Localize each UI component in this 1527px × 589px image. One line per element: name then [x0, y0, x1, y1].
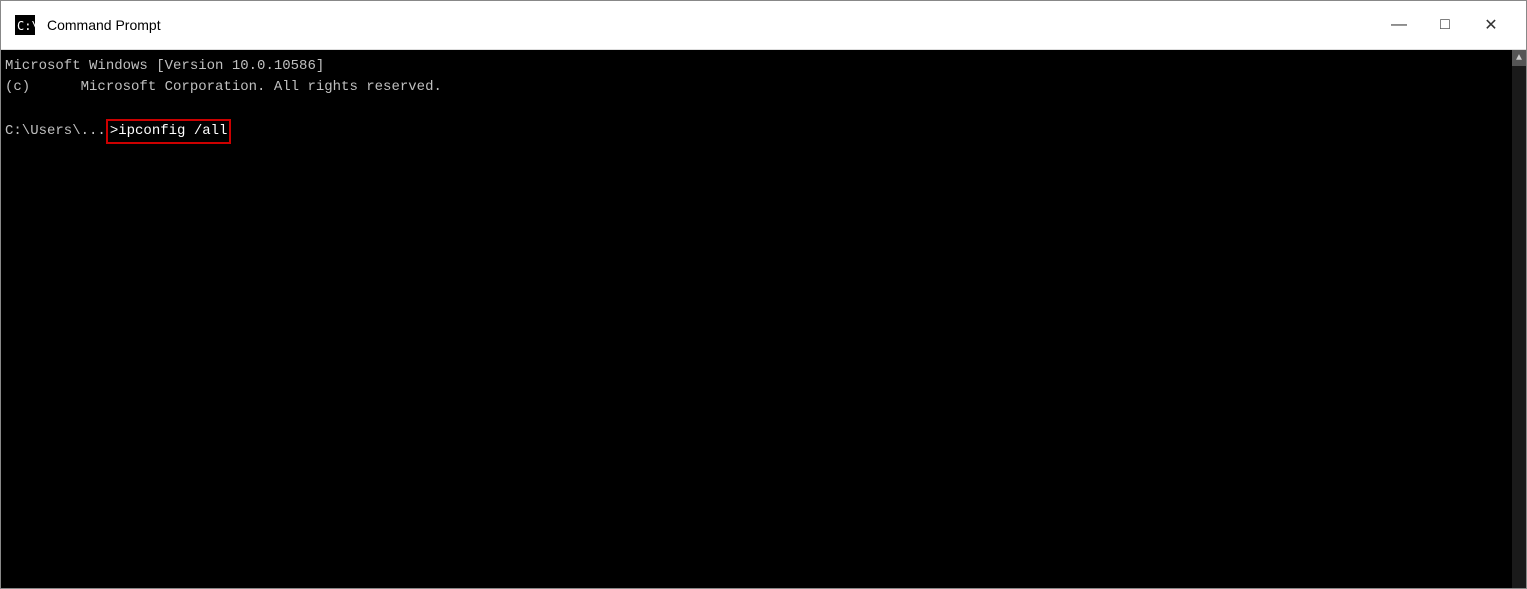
terminal-body[interactable]: Microsoft Windows [Version 10.0.10586] (…: [1, 50, 1526, 588]
command-text: >ipconfig /all: [106, 119, 232, 144]
window-controls: — □ ✕: [1376, 1, 1514, 50]
command-prompt-window: C:\ Command Prompt — □ ✕ Microsoft Windo…: [0, 0, 1527, 589]
close-button[interactable]: ✕: [1468, 1, 1514, 50]
terminal-scrollbar[interactable]: ▲: [1512, 50, 1526, 588]
minimize-button[interactable]: —: [1376, 1, 1422, 50]
scrollbar-track[interactable]: [1512, 66, 1526, 588]
title-bar: C:\ Command Prompt — □ ✕: [1, 1, 1526, 50]
maximize-button[interactable]: □: [1422, 1, 1468, 50]
terminal-command-line: C:\Users\...>ipconfig /all: [5, 119, 1504, 144]
terminal-content: Microsoft Windows [Version 10.0.10586] (…: [5, 56, 1522, 144]
svg-text:C:\: C:\: [17, 19, 35, 33]
prompt-text: C:\Users\...: [5, 121, 106, 142]
window-title: Command Prompt: [47, 17, 1376, 33]
terminal-line-3: [5, 98, 1504, 119]
cmd-icon: C:\: [13, 13, 37, 37]
scroll-up-button[interactable]: ▲: [1512, 50, 1526, 66]
terminal-line-1: Microsoft Windows [Version 10.0.10586]: [5, 56, 1504, 77]
terminal-line-2: (c) Microsoft Corporation. All rights re…: [5, 77, 1504, 98]
